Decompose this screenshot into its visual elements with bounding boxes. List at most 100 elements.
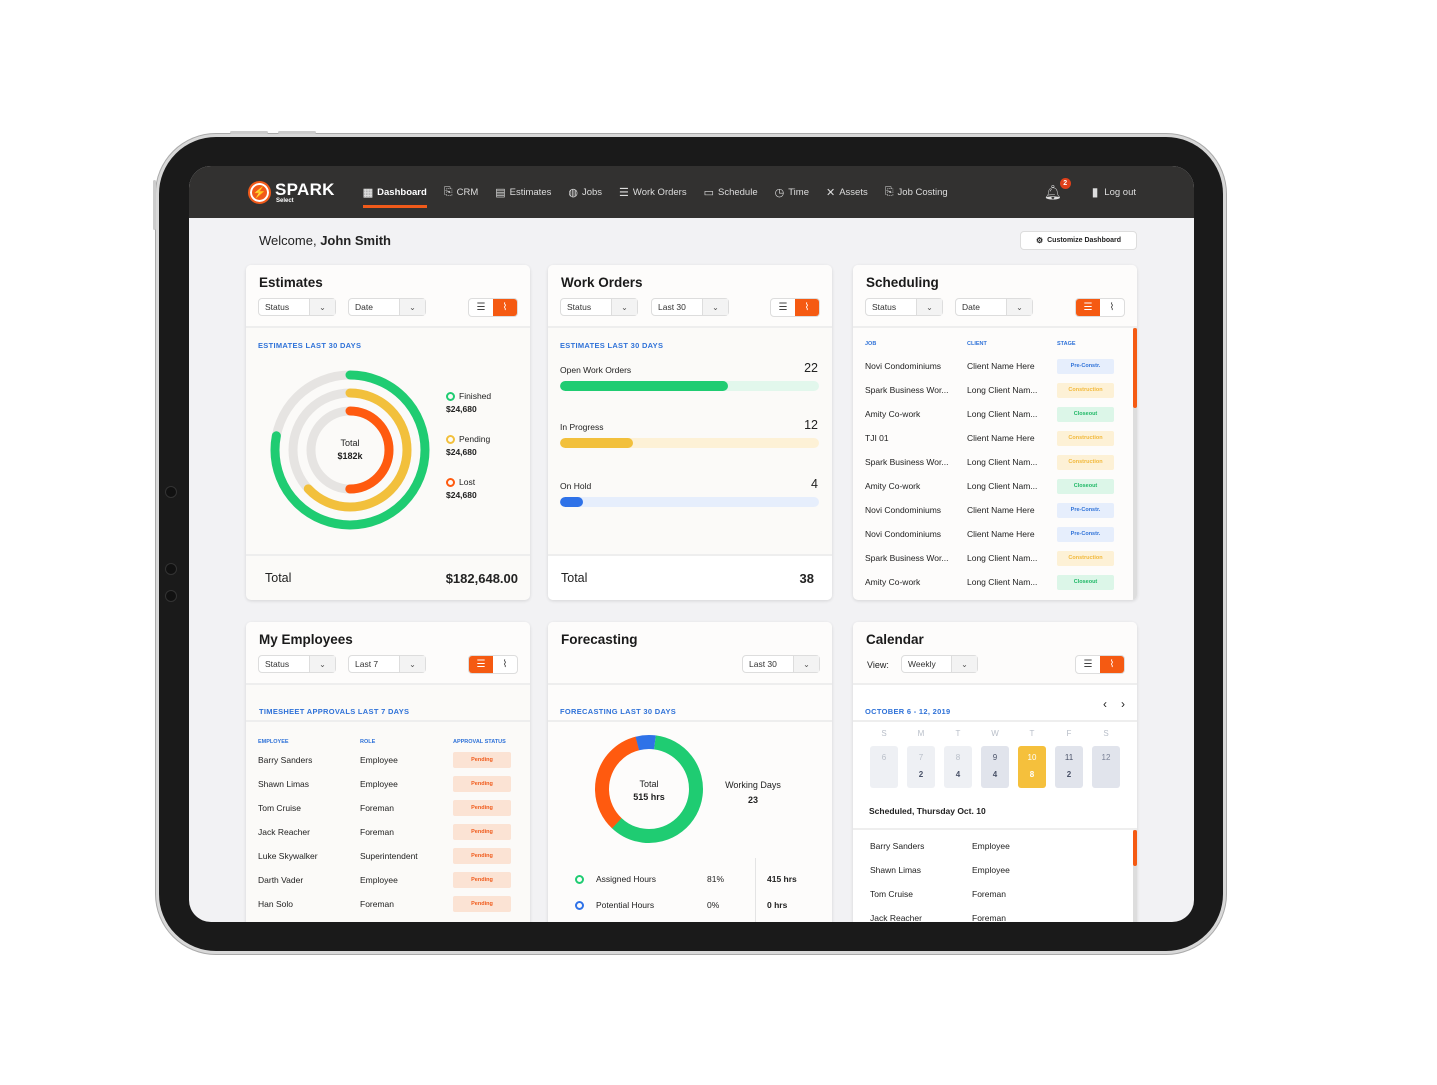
- table-row[interactable]: Novi Condominiums Client Name Here Pre-Con…: [865, 522, 1120, 546]
- nav-item-schedule[interactable]: ▭ Schedule: [704, 166, 758, 218]
- legend-item: Finished $24,680: [446, 391, 491, 414]
- nav-label: Schedule: [718, 186, 758, 198]
- table-row[interactable]: Tom Cruise Foreman Pending: [258, 796, 518, 820]
- person-role: Employee: [972, 841, 1010, 851]
- prev-week-button[interactable]: ‹: [1103, 697, 1107, 711]
- approval-status-badge[interactable]: Pending: [453, 824, 511, 840]
- calendar-day[interactable]: 12: [1092, 746, 1120, 788]
- view-toggle: ☰ ⌇: [1075, 655, 1125, 674]
- scrollbar[interactable]: [1133, 830, 1137, 922]
- status-dropdown[interactable]: Status ⌄: [865, 298, 943, 316]
- scheduled-person-row[interactable]: Jack Reacher Foreman: [870, 906, 1110, 922]
- nav-item-assets[interactable]: ✕ Assets: [826, 166, 868, 218]
- job-name: Spark Business Wor...: [865, 553, 949, 563]
- nav-item-crm[interactable]: ⎘ CRM: [444, 166, 478, 218]
- date-range-label: OCTOBER 6 - 12, 2019: [865, 707, 951, 716]
- nav-item-estimates[interactable]: ▤ Estimates: [495, 166, 551, 218]
- job-name: Spark Business Wor...: [865, 385, 949, 395]
- calendar-day[interactable]: 84: [944, 746, 972, 788]
- logout-button[interactable]: ▮ Log out: [1092, 185, 1136, 199]
- next-week-button[interactable]: ›: [1121, 697, 1125, 711]
- welcome-prefix: Welcome,: [259, 233, 317, 248]
- chart-view-button[interactable]: ⌇: [493, 656, 517, 673]
- table-row[interactable]: Jack Reacher Foreman Pending: [258, 820, 518, 844]
- customize-dashboard-button[interactable]: ⚙ Customize Dashboard: [1020, 231, 1137, 250]
- table-row[interactable]: Novi Condominiums Client Name Here Pre-Con…: [865, 354, 1120, 378]
- table-row[interactable]: Han Solo Foreman Pending: [258, 892, 518, 916]
- table-row[interactable]: Barry Sanders Employee Pending: [258, 748, 518, 772]
- table-row[interactable]: Spark Business Wor... Long Client Nam... C…: [865, 546, 1120, 570]
- logout-label: Log out: [1104, 186, 1136, 198]
- table-row[interactable]: Amity Co-work Long Client Nam... Closeout: [865, 402, 1120, 426]
- table-row[interactable]: Spark Business Wor... Long Client Nam... C…: [865, 450, 1120, 474]
- scrollbar-thumb[interactable]: [1133, 328, 1137, 408]
- table-row[interactable]: Amity Co-work Long Client Nam... Closeout: [865, 474, 1120, 498]
- table-row[interactable]: Spark Business Wor... Long Client Nam... C…: [865, 378, 1120, 402]
- notifications-button[interactable]: 🔔︎ 2: [1044, 177, 1071, 201]
- status-dropdown[interactable]: Status ⌄: [560, 298, 638, 316]
- legend-hours: 0 hrs: [767, 900, 788, 910]
- progress-value: 22: [804, 361, 818, 375]
- calendar-day[interactable]: 72: [907, 746, 935, 788]
- forecast-legend-row: Potential Hours 0% 0 hrs: [575, 892, 815, 918]
- total-value: $182,648.00: [445, 570, 518, 586]
- date-dropdown[interactable]: Date ⌄: [348, 298, 426, 316]
- camera: [165, 590, 177, 602]
- scrollbar-thumb[interactable]: [1133, 830, 1137, 866]
- range-dropdown[interactable]: Last 30 ⌄: [742, 655, 820, 673]
- calendar-day[interactable]: 94: [981, 746, 1009, 788]
- calendar-day[interactable]: 6: [870, 746, 898, 788]
- approval-status-badge[interactable]: Pending: [453, 896, 511, 912]
- status-dropdown[interactable]: Status ⌄: [258, 655, 336, 673]
- table-row[interactable]: Amity Co-work Long Client Nam... Closeout: [865, 570, 1120, 594]
- chart-view-button[interactable]: ⌇: [493, 299, 517, 316]
- table-row[interactable]: Shawn Limas Employee Pending: [258, 772, 518, 796]
- list-view-button[interactable]: ☰: [1076, 299, 1100, 316]
- person-name: Jack Reacher: [870, 913, 922, 922]
- nav-item-work-orders[interactable]: ☰ Work Orders: [619, 166, 687, 218]
- nav-item-dashboard[interactable]: ▦ Dashboard: [362, 166, 427, 218]
- list-view-button[interactable]: ☰: [469, 299, 493, 316]
- range-dropdown[interactable]: Last 30 ⌄: [651, 298, 729, 316]
- chart-view-button[interactable]: ⌇: [1100, 299, 1124, 316]
- stage-badge: Pre-Constr.: [1057, 502, 1114, 518]
- status-dropdown[interactable]: Status ⌄: [258, 298, 336, 316]
- list-icon: ☰: [778, 302, 788, 313]
- working-days: Working Days 23: [716, 778, 790, 808]
- scrollbar[interactable]: [1133, 328, 1137, 600]
- scheduled-person-row[interactable]: Tom Cruise Foreman: [870, 882, 1110, 906]
- date-dropdown[interactable]: Date ⌄: [955, 298, 1033, 316]
- chart-view-button[interactable]: ⌇: [795, 299, 819, 316]
- calendar-day-selected[interactable]: 10 8: [1018, 746, 1046, 788]
- calendar-day[interactable]: 11 2: [1055, 746, 1083, 788]
- view-dropdown[interactable]: Weekly ⌄: [901, 655, 978, 673]
- scheduled-person-row[interactable]: Barry Sanders Employee: [870, 834, 1110, 858]
- nav-item-jobs[interactable]: ◍ Jobs: [568, 166, 602, 218]
- dropdown-value: Status: [265, 302, 290, 312]
- scheduled-person-row[interactable]: Shawn Limas Employee: [870, 858, 1110, 882]
- nav-item-job-costing[interactable]: ⎘ Job Costing: [885, 166, 948, 218]
- approval-status-badge[interactable]: Pending: [453, 872, 511, 888]
- camera: [165, 563, 177, 575]
- day-count: 2: [1066, 770, 1072, 779]
- approval-status-badge[interactable]: Pending: [453, 752, 511, 768]
- view-toggle: ☰ ⌇: [468, 298, 518, 317]
- progress-item: Open Work Orders 22: [560, 357, 819, 391]
- approval-status-badge[interactable]: Pending: [453, 848, 511, 864]
- table-row[interactable]: TJI 01 Client Name Here Construction: [865, 426, 1120, 450]
- logo[interactable]: ⚡ SPARK Select: [248, 180, 335, 204]
- table-row[interactable]: Novi Condominiums Client Name Here Pre-Con…: [865, 498, 1120, 522]
- table-row[interactable]: Luke Skywalker Superintendent Pending: [258, 844, 518, 868]
- dropdown-value: Last 30: [749, 659, 777, 669]
- range-dropdown[interactable]: Last 7 ⌄: [348, 655, 426, 673]
- stage-badge: Construction: [1057, 430, 1114, 446]
- list-view-button[interactable]: ☰: [1076, 656, 1100, 673]
- app-screen: ⚡ SPARK Select ▦ Dashboard ⎘ CRM ▤ Estimates ◍…: [189, 166, 1194, 922]
- approval-status-badge[interactable]: Pending: [453, 800, 511, 816]
- list-view-button[interactable]: ☰: [771, 299, 795, 316]
- table-row[interactable]: Darth Vader Employee Pending: [258, 868, 518, 892]
- list-view-button[interactable]: ☰: [469, 656, 493, 673]
- nav-item-time[interactable]: ◷ Time: [775, 166, 809, 218]
- chart-view-button[interactable]: ⌇: [1100, 656, 1124, 673]
- approval-status-badge[interactable]: Pending: [453, 776, 511, 792]
